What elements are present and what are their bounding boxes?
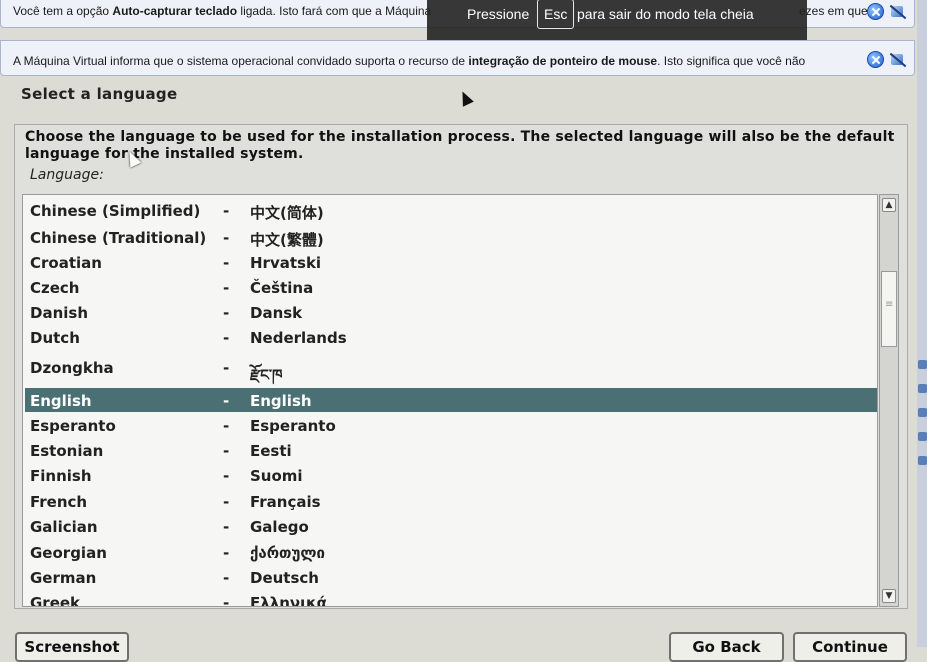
separator: - bbox=[223, 329, 230, 347]
language-name: Finnish bbox=[30, 467, 92, 485]
go-back-button[interactable]: Go Back bbox=[669, 632, 784, 662]
mute-notification-icon[interactable] bbox=[889, 3, 906, 20]
language-name: German bbox=[30, 569, 97, 587]
language-name: Danish bbox=[30, 304, 89, 322]
banner-message: para sair do modo tela cheia bbox=[577, 6, 754, 22]
mouse-integration-message: A Máquina Virtual informa que o sistema … bbox=[13, 54, 805, 68]
language-option[interactable]: French - Français bbox=[25, 489, 877, 513]
separator: - bbox=[223, 202, 230, 220]
language-option[interactable]: German - Deutsch bbox=[25, 565, 877, 589]
separator: - bbox=[223, 594, 230, 607]
separator: - bbox=[223, 392, 230, 410]
native-name: Hrvatski bbox=[250, 254, 322, 272]
native-name: English bbox=[250, 392, 312, 410]
native-name: Galego bbox=[250, 518, 309, 536]
language-name: Chinese (Traditional) bbox=[30, 229, 207, 247]
close-icon[interactable] bbox=[867, 51, 884, 68]
mouse-integration-prefix: A Máquina Virtual informa que o sistema … bbox=[13, 54, 469, 68]
separator: - bbox=[223, 279, 230, 297]
language-name: Czech bbox=[30, 279, 80, 297]
language-name: English bbox=[30, 392, 92, 410]
autocapture-tail: ezes em que a bbox=[799, 4, 878, 18]
language-option[interactable]: Czech - Čeština bbox=[25, 275, 877, 299]
separator: - bbox=[223, 304, 230, 322]
screenshot-button[interactable]: Screenshot bbox=[15, 632, 129, 662]
native-name: Français bbox=[250, 493, 321, 511]
language-name: Georgian bbox=[30, 544, 107, 562]
separator: - bbox=[223, 442, 230, 460]
language-option[interactable]: Esperanto - Esperanto bbox=[25, 413, 877, 437]
native-name: Ελληνικά bbox=[250, 594, 327, 607]
language-name: Croatian bbox=[30, 254, 102, 272]
native-name: 中文(简体) bbox=[250, 204, 324, 222]
native-name: ქართული bbox=[250, 544, 325, 562]
language-option[interactable]: Greek - Ελληνικά bbox=[25, 590, 877, 607]
autocapture-bold: Auto-capturar teclado bbox=[112, 4, 238, 18]
language-name: Chinese (Simplified) bbox=[30, 202, 201, 220]
language-option[interactable]: Chinese (Simplified) - 中文(简体) bbox=[25, 198, 877, 222]
language-option[interactable]: Dutch - Nederlands bbox=[25, 325, 877, 349]
language-name: Dzongkha bbox=[30, 359, 114, 377]
language-option[interactable]: Danish - Dansk bbox=[25, 300, 877, 324]
mute-notification-icon[interactable] bbox=[889, 51, 906, 68]
language-option[interactable]: Dzongkha - རྫོང་ཁ bbox=[25, 355, 877, 384]
separator: - bbox=[223, 569, 230, 587]
native-name: Nederlands bbox=[250, 329, 347, 347]
close-icon[interactable] bbox=[867, 3, 884, 20]
language-name: French bbox=[30, 493, 88, 511]
separator: - bbox=[223, 359, 230, 377]
separator: - bbox=[223, 254, 230, 272]
continue-button[interactable]: Continue bbox=[793, 632, 907, 662]
native-name: Deutsch bbox=[250, 569, 319, 587]
fullscreen-banner: Pressione Esc para sair do modo tela che… bbox=[427, 0, 807, 40]
native-name: Suomi bbox=[250, 467, 303, 485]
language-option[interactable]: Finnish - Suomi bbox=[25, 463, 877, 487]
scroll-thumb[interactable] bbox=[881, 271, 897, 347]
separator: - bbox=[223, 229, 230, 247]
status-icon[interactable] bbox=[918, 408, 927, 417]
language-option[interactable]: Croatian - Hrvatski bbox=[25, 250, 877, 274]
scroll-down-icon[interactable]: ▼ bbox=[882, 589, 896, 603]
scroll-up-icon[interactable]: ▲ bbox=[882, 198, 896, 212]
page-title: Select a language bbox=[21, 85, 178, 103]
mouse-integration-notification: A Máquina Virtual informa que o sistema … bbox=[0, 40, 915, 76]
vm-status-strip bbox=[917, 0, 927, 647]
scrollbar[interactable]: ▲ ▼ bbox=[879, 194, 899, 607]
language-option[interactable]: Galician - Galego bbox=[25, 514, 877, 538]
native-name: Eesti bbox=[250, 442, 292, 460]
autocapture-message: Você tem a opção Auto-capturar teclado l… bbox=[13, 4, 431, 18]
prompt-text: Choose the language to be used for the i… bbox=[25, 129, 895, 162]
language-name: Esperanto bbox=[30, 417, 116, 435]
native-name: Esperanto bbox=[250, 417, 336, 435]
language-option[interactable]: Estonian - Eesti bbox=[25, 438, 877, 462]
language-name: Galician bbox=[30, 518, 98, 536]
mouse-integration-bold: integração de ponteiro de mouse bbox=[468, 54, 658, 68]
status-icon[interactable] bbox=[918, 432, 927, 441]
status-icon[interactable] bbox=[918, 384, 927, 393]
native-name: 中文(繁體) bbox=[250, 231, 324, 249]
separator: - bbox=[223, 493, 230, 511]
mouse-pointer-icon bbox=[457, 88, 474, 107]
language-list[interactable]: Chinese (Simplified) - 中文(简体) Chinese (Trad… bbox=[22, 194, 878, 607]
status-icon[interactable] bbox=[918, 360, 927, 369]
native-name: Čeština bbox=[250, 279, 314, 297]
language-name: Dutch bbox=[30, 329, 80, 347]
separator: - bbox=[223, 467, 230, 485]
mouse-integration-suffix: . Isto significa que você não bbox=[657, 54, 806, 68]
language-option[interactable]: Chinese (Traditional) - 中文(繁體) bbox=[25, 225, 877, 249]
banner-press: Pressione bbox=[467, 6, 530, 22]
language-option[interactable]: Georgian - ქართული bbox=[25, 540, 877, 564]
language-label: Language: bbox=[30, 167, 104, 183]
language-option[interactable]: English - English bbox=[25, 388, 877, 412]
esc-key: Esc bbox=[537, 0, 575, 29]
language-name: Greek bbox=[30, 594, 81, 607]
autocapture-suffix: ligada. Isto fará com que a Máquina bbox=[237, 4, 432, 18]
native-name: Dansk bbox=[250, 304, 303, 322]
autocapture-prefix: Você tem a opção bbox=[13, 4, 113, 18]
separator: - bbox=[223, 518, 230, 536]
status-icon[interactable] bbox=[918, 456, 927, 465]
separator: - bbox=[223, 417, 230, 435]
separator: - bbox=[223, 544, 230, 562]
language-name: Estonian bbox=[30, 442, 104, 460]
